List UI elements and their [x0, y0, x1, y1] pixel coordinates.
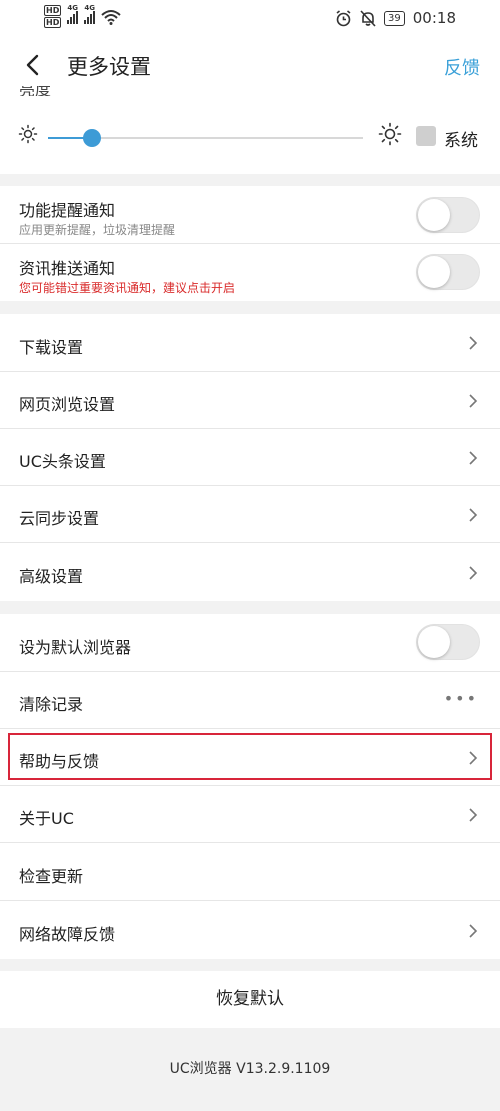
- settings-section: 下载设置 网页浏览设置 UC头条设置 云同步设置 高级设置: [0, 314, 500, 601]
- cloud-sync-settings-label: 云同步设置: [19, 509, 100, 528]
- web-browsing-settings-row[interactable]: 网页浏览设置: [0, 372, 500, 429]
- nav-bar: 更多设置 反馈: [0, 38, 500, 94]
- misc-section: 设为默认浏览器 清除记录 ••• 帮助与反馈 关于UC 检查更新 网络故障反馈: [0, 614, 500, 959]
- hd-badges: HD HD: [44, 5, 62, 29]
- clear-records-row[interactable]: 清除记录 •••: [0, 672, 500, 729]
- brightness-slider-thumb[interactable]: [83, 129, 102, 147]
- hd-badge-2: HD: [44, 17, 62, 28]
- sun-small-icon: [18, 124, 38, 144]
- feedback-link[interactable]: 反馈: [444, 54, 480, 80]
- brightness-slider-track[interactable]: [48, 129, 363, 147]
- chevron-right-icon: [469, 394, 478, 408]
- feature-notify-subtitle: 应用更新提醒，垃圾清理提醒: [19, 223, 176, 237]
- chevron-right-icon: [469, 808, 478, 822]
- feature-notify-title: 功能提醒通知: [19, 201, 116, 220]
- alarm-icon: [336, 9, 351, 26]
- news-push-row[interactable]: 资讯推送通知 您可能错过重要资讯通知，建议点击开启: [0, 244, 500, 301]
- network-type-2: 4G: [84, 4, 95, 12]
- system-brightness-checkbox[interactable]: [416, 126, 436, 146]
- chevron-right-icon: [469, 924, 478, 938]
- help-feedback-row[interactable]: 帮助与反馈: [0, 729, 500, 786]
- default-browser-toggle[interactable]: [416, 624, 480, 660]
- about-uc-label: 关于UC: [19, 809, 74, 828]
- feature-notify-toggle[interactable]: [416, 197, 480, 233]
- hd-badge-1: HD: [44, 5, 62, 16]
- app-version: UC浏览器 V13.2.9.1109: [169, 1061, 331, 1077]
- clear-records-label: 清除记录: [19, 695, 84, 714]
- web-browsing-settings-label: 网页浏览设置: [19, 395, 116, 414]
- news-push-title: 资讯推送通知: [19, 259, 116, 278]
- back-arrow-icon[interactable]: [20, 50, 46, 80]
- clock: 00:18: [412, 9, 456, 27]
- check-update-label: 检查更新: [19, 867, 84, 886]
- chevron-right-icon: [469, 451, 478, 465]
- chevron-right-icon: [469, 336, 478, 350]
- uc-headlines-settings-label: UC头条设置: [19, 452, 106, 471]
- mute-bell-icon: [360, 9, 376, 27]
- chevron-right-icon: [469, 566, 478, 580]
- uc-headlines-settings-row[interactable]: UC头条设置: [0, 429, 500, 486]
- brightness-heading-partial: 亮度: [19, 86, 52, 96]
- feature-notify-row[interactable]: 功能提醒通知 应用更新提醒，垃圾清理提醒: [0, 186, 500, 244]
- advanced-settings-label: 高级设置: [19, 567, 84, 586]
- chevron-right-icon: [469, 751, 478, 765]
- status-right: 39 00:18: [335, 9, 456, 27]
- cloud-sync-settings-row[interactable]: 云同步设置: [0, 486, 500, 543]
- download-settings-row[interactable]: 下载设置: [0, 314, 500, 372]
- default-browser-label: 设为默认浏览器: [19, 638, 132, 657]
- notifications-section: 功能提醒通知 应用更新提醒，垃圾清理提醒 资讯推送通知 您可能错过重要资讯通知，…: [0, 186, 500, 301]
- signal-icon-2: 4G: [84, 4, 96, 24]
- more-dots-icon: •••: [443, 689, 478, 708]
- network-feedback-label: 网络故障反馈: [19, 925, 116, 944]
- status-left: HD HD 4G 4G: [44, 4, 122, 29]
- chevron-right-icon: [469, 508, 478, 522]
- battery-icon: 39: [384, 10, 405, 26]
- system-brightness-label: 系统: [444, 131, 478, 151]
- advanced-settings-row[interactable]: 高级设置: [0, 543, 500, 601]
- signal-icon: 4G: [67, 4, 79, 24]
- toggle-knob: [418, 626, 450, 658]
- status-bar: HD HD 4G 4G 39 00:18: [0, 0, 500, 38]
- restore-default-button[interactable]: 恢复默认: [0, 971, 500, 1028]
- wifi-icon: [101, 10, 122, 25]
- help-feedback-label: 帮助与反馈: [19, 752, 100, 771]
- network-type-1: 4G: [67, 4, 78, 12]
- toggle-knob: [418, 256, 450, 288]
- network-feedback-row[interactable]: 网络故障反馈: [0, 901, 500, 959]
- download-settings-label: 下载设置: [19, 338, 84, 357]
- toggle-knob: [418, 199, 450, 231]
- page-title: 更多设置: [67, 55, 151, 79]
- news-push-warning: 您可能错过重要资讯通知，建议点击开启: [19, 281, 236, 295]
- check-update-row[interactable]: 检查更新: [0, 843, 500, 901]
- about-uc-row[interactable]: 关于UC: [0, 786, 500, 843]
- news-push-toggle[interactable]: [416, 254, 480, 290]
- sun-large-icon: [378, 122, 402, 146]
- default-browser-row[interactable]: 设为默认浏览器: [0, 614, 500, 672]
